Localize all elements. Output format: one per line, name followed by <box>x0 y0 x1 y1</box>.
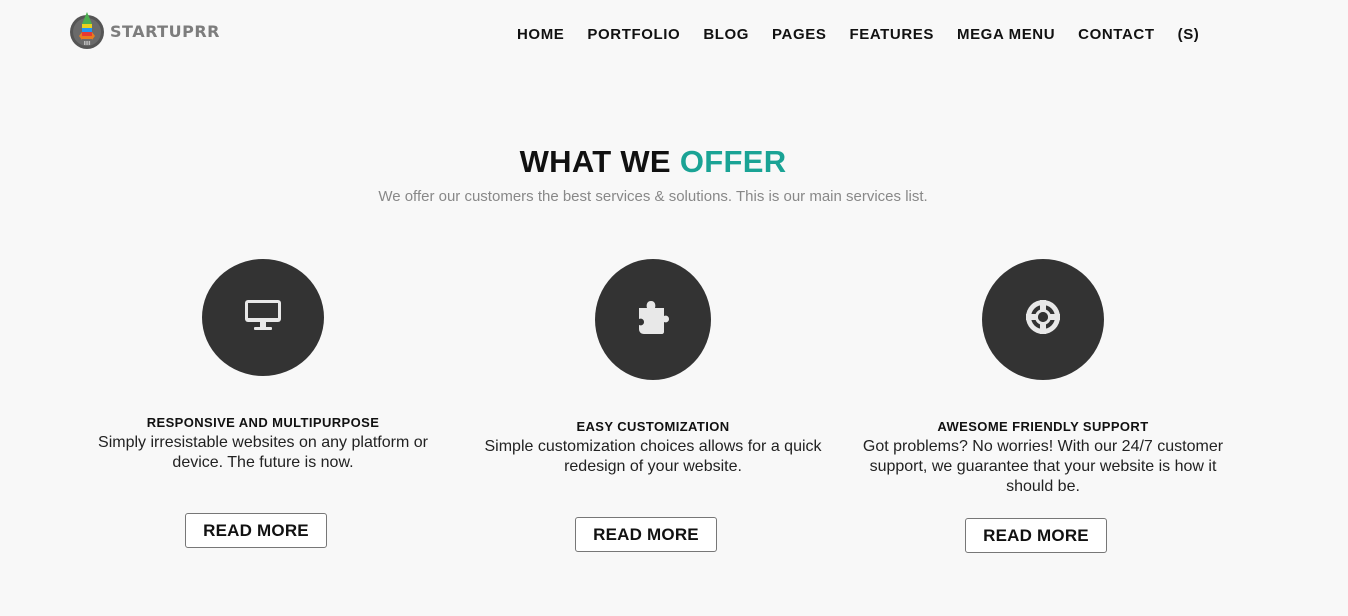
nav-item-home[interactable]: HOME <box>517 26 564 43</box>
nav-item-contact[interactable]: CONTACT <box>1078 26 1154 43</box>
service-icon-circle <box>982 259 1104 380</box>
nav-item-mega-menu[interactable]: MEGA MENU <box>957 26 1055 43</box>
read-more-button[interactable]: READ MORE <box>575 517 717 552</box>
nav-item-blog[interactable]: BLOG <box>703 26 749 43</box>
main-nav: HOME PORTFOLIO BLOG PAGES FEATURES MEGA … <box>517 26 1199 43</box>
puzzle-icon <box>636 298 670 341</box>
monitor-icon <box>244 299 282 336</box>
section-title: WHAT WE OFFER <box>0 144 1306 180</box>
site-header: STARTUPRR HOME PORTFOLIO BLOG PAGES FEAT… <box>0 0 1348 70</box>
service-card-support: AWESOME FRIENDLY SUPPORT Got problems? N… <box>853 259 1233 497</box>
rocket-logo-icon <box>68 8 106 50</box>
service-icon-circle <box>202 259 324 376</box>
section-title-accent: OFFER <box>679 144 787 179</box>
brand-name: STARTUPRR <box>110 21 220 41</box>
read-more-button[interactable]: READ MORE <box>185 513 327 548</box>
service-description: Simply irresistable websites on any plat… <box>98 434 428 471</box>
lifebuoy-icon <box>1024 298 1062 341</box>
nav-item-s[interactable]: (S) <box>1178 26 1200 43</box>
section-title-main: WHAT WE <box>519 144 671 179</box>
service-title: EASY CUSTOMIZATION <box>576 419 730 434</box>
section-subtitle: We offer our customers the best services… <box>378 188 928 205</box>
service-title: RESPONSIVE AND MULTIPURPOSE <box>146 415 380 430</box>
service-description: Got problems? No worries! With our 24/7 … <box>862 438 1224 495</box>
nav-item-pages[interactable]: PAGES <box>772 26 826 43</box>
service-title: AWESOME FRIENDLY SUPPORT <box>937 419 1149 434</box>
nav-item-features[interactable]: FEATURES <box>849 26 934 43</box>
service-card-customization: EASY CUSTOMIZATION Simple customization … <box>473 259 833 477</box>
logo[interactable]: STARTUPRR <box>68 8 220 50</box>
service-description: Simple customization choices allows for … <box>484 438 822 475</box>
service-icon-circle <box>595 259 711 380</box>
service-card-responsive: RESPONSIVE AND MULTIPURPOSE Simply irres… <box>86 259 440 473</box>
nav-item-portfolio[interactable]: PORTFOLIO <box>587 26 680 43</box>
read-more-button[interactable]: READ MORE <box>965 518 1107 553</box>
